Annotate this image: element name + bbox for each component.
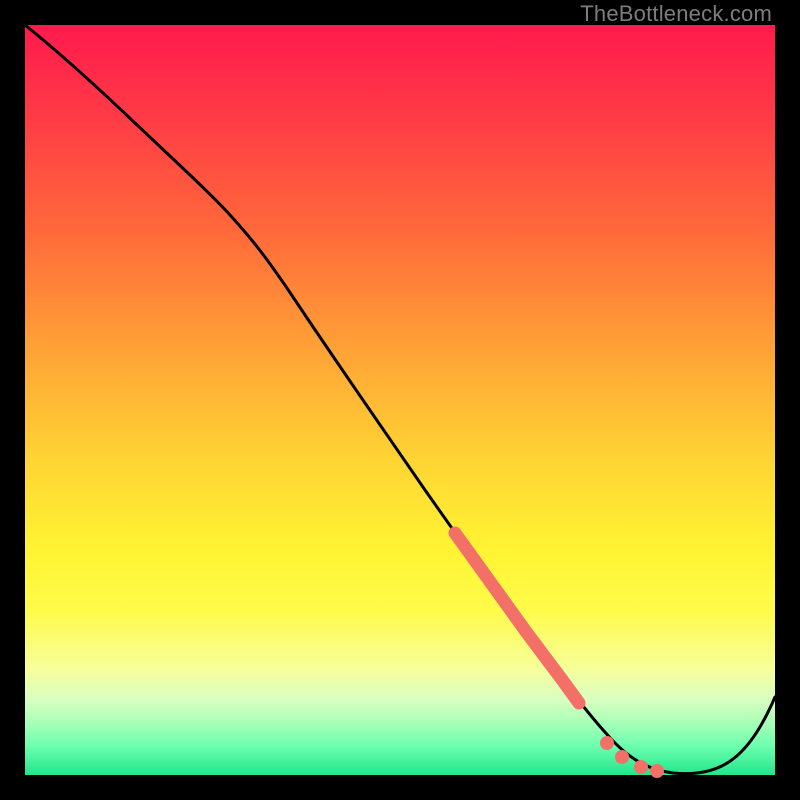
- chart-overlay: [25, 25, 775, 775]
- marker-dot: [615, 750, 629, 764]
- highlight-segment: [455, 533, 579, 703]
- bottleneck-curve: [25, 25, 775, 774]
- marker-dot: [650, 764, 664, 778]
- outer-frame: TheBottleneck.com: [0, 0, 800, 800]
- marker-dot: [600, 736, 614, 750]
- marker-dot: [634, 760, 648, 774]
- watermark-text: TheBottleneck.com: [580, 1, 772, 27]
